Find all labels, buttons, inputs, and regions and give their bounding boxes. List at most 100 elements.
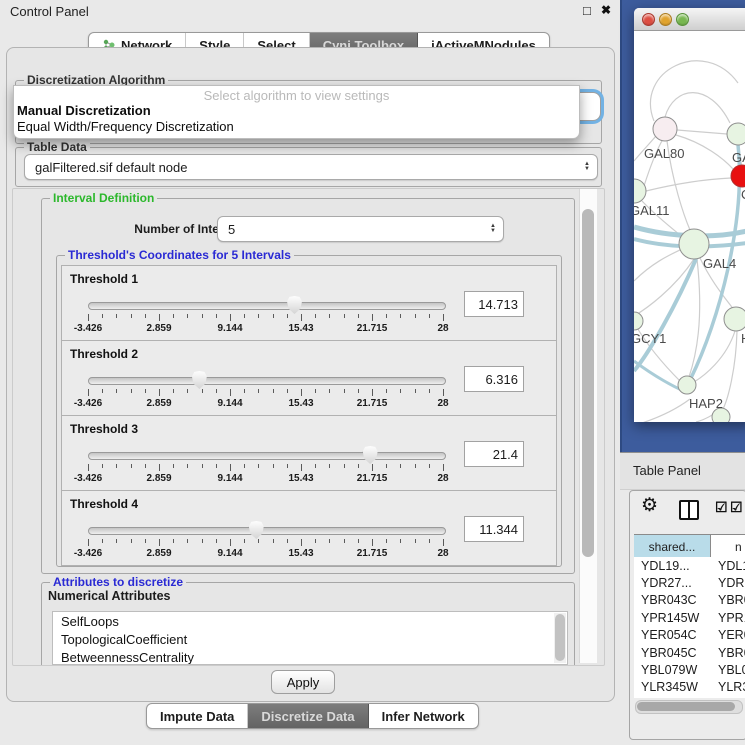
network-node[interactable] (653, 117, 677, 141)
network-edge[interactable] (646, 178, 731, 191)
numerical-attributes-listbox[interactable]: SelfLoopsTopologicalCoefficientBetweenne… (52, 611, 568, 665)
tab-discretize-data[interactable]: Discretize Data (248, 704, 368, 728)
table-row[interactable]: YDR27...YDR2 (634, 574, 745, 591)
minimize-traffic-light-icon[interactable] (659, 13, 672, 26)
attribute-list-scrollbar[interactable] (554, 613, 566, 663)
tick-mark (230, 389, 231, 396)
table-row[interactable]: YIL052CYIL0 (634, 696, 745, 698)
table-row[interactable]: YER054CYER0 (634, 627, 745, 644)
tab-discretize-data-label: Discretize Data (261, 709, 354, 724)
cell-shared-name: YPR145W (634, 611, 711, 625)
network-edge[interactable] (642, 399, 690, 422)
threshold-value-field[interactable]: 21.4 (464, 441, 524, 467)
popup-item-manual-discretization[interactable]: Manual Discretization (17, 103, 151, 118)
number-of-intervals-combobox[interactable]: 5 ▲ ▼ (217, 216, 504, 242)
threshold-slider-thumb[interactable] (249, 521, 264, 539)
tick-mark (329, 314, 330, 318)
float-window-icon[interactable]: □ (583, 3, 591, 18)
threshold-value-field[interactable]: 6.316 (464, 366, 524, 392)
network-edge[interactable] (677, 130, 727, 134)
checkbox-icon[interactable]: ☑ (730, 499, 743, 516)
list-item[interactable]: BetweennessCentrality (53, 648, 567, 665)
zoom-traffic-light-icon[interactable] (676, 13, 689, 26)
popup-item-equal-width-frequency[interactable]: Equal Width/Frequency Discretization (17, 119, 234, 134)
network-edge[interactable] (665, 93, 730, 123)
threshold-slider-thumb[interactable] (363, 446, 378, 464)
network-edge[interactable] (634, 249, 682, 281)
table-row[interactable]: YBL079WYBL0 (634, 661, 745, 678)
tick-mark (273, 314, 274, 318)
threshold-slider-thumb[interactable] (287, 296, 302, 314)
network-window-titlebar[interactable] (634, 8, 745, 31)
interval-definition-group: Interval Definition Number of Intervals … (41, 198, 575, 574)
close-icon[interactable]: ✖ (601, 3, 611, 17)
thresholds-group: Threshold's Coordinates for 5 Intervals … (56, 255, 562, 567)
tick-mark (88, 539, 89, 546)
tick-mark (400, 389, 401, 393)
scrollbar-thumb[interactable] (555, 614, 565, 661)
column-header-name[interactable]: n (711, 535, 745, 558)
tab-impute-data[interactable]: Impute Data (147, 704, 248, 728)
table-body: YDL19...YDL1YDR27...YDR2YBR043CYBR0YPR14… (634, 557, 745, 698)
tick-label: 9.144 (217, 548, 242, 559)
table-row[interactable]: YDL19...YDL1 (634, 557, 745, 574)
list-item[interactable]: TopologicalCoefficient (53, 630, 567, 648)
network-node[interactable] (678, 376, 696, 394)
tick-mark (116, 314, 117, 318)
control-panel-titlebar: Control Panel □ ✖ (0, 0, 620, 24)
threshold-slider-track[interactable] (88, 527, 446, 535)
table-data-combobox[interactable]: galFiltered.sif default node ▲ ▼ (24, 154, 598, 180)
tick-mark (159, 539, 160, 546)
tick-mark (88, 464, 89, 471)
network-edge[interactable] (634, 361, 684, 391)
network-node[interactable] (679, 229, 709, 259)
list-item[interactable]: SelfLoops (53, 612, 567, 630)
split-view-icon[interactable] (679, 500, 699, 520)
threshold-slider-track[interactable] (88, 377, 446, 385)
network-node[interactable] (634, 179, 646, 203)
gear-icon[interactable]: ⚙ (641, 494, 658, 517)
threshold-value-field[interactable]: 11.344 (464, 516, 524, 542)
combobox-stepper-icon[interactable]: ▲ ▼ (584, 162, 590, 172)
settings-vertical-scrollbar[interactable] (579, 189, 597, 663)
close-traffic-light-icon[interactable] (642, 13, 655, 26)
table-row[interactable]: YLR345WYLR3 (634, 679, 745, 696)
combobox-stepper-icon[interactable]: ▲ ▼ (490, 224, 496, 234)
tick-mark (159, 314, 160, 321)
tick-label: 2.859 (146, 548, 171, 559)
network-view-window[interactable]: GAL80GACGAL11GAL4GCY1HHAP2 (634, 8, 745, 422)
tick-mark (287, 539, 288, 543)
tick-mark (202, 389, 203, 393)
table-row[interactable]: YBR045CYBR0 (634, 644, 745, 661)
tick-mark (131, 389, 132, 393)
tick-mark (344, 464, 345, 468)
tick-mark (443, 314, 444, 321)
threshold-value-field[interactable]: 14.713 (464, 291, 524, 317)
threshold-slider-track[interactable] (88, 452, 446, 460)
algorithm-dropdown-popup: Select algorithm to view settings Manual… (13, 85, 580, 139)
scrollbar-thumb[interactable] (637, 702, 735, 711)
table-row[interactable]: YPR145WYPR1 (634, 609, 745, 626)
network-node[interactable] (727, 123, 745, 145)
tick-mark (145, 314, 146, 318)
tick-mark (102, 539, 103, 543)
network-edge[interactable] (676, 135, 733, 169)
table-horizontal-scrollbar[interactable] (635, 700, 743, 714)
tab-infer-network[interactable]: Infer Network (369, 704, 478, 728)
threshold-slider-thumb[interactable] (192, 371, 207, 389)
slider-ticks (88, 464, 445, 472)
network-node[interactable] (724, 307, 745, 331)
tick-mark (244, 314, 245, 318)
column-header-shared-name[interactable]: shared... (634, 535, 711, 558)
network-node[interactable] (634, 312, 643, 330)
threshold-slider-track[interactable] (88, 302, 446, 310)
apply-button[interactable]: Apply (271, 670, 335, 694)
tick-mark (258, 389, 259, 393)
table-row[interactable]: YBR043CYBR0 (634, 592, 745, 609)
network-edge[interactable] (634, 259, 696, 371)
network-edge[interactable] (650, 61, 738, 121)
table-data-group: Table Data galFiltered.sif default node … (15, 147, 602, 187)
scrollbar-thumb[interactable] (582, 209, 594, 557)
network-canvas[interactable]: GAL80GACGAL11GAL4GCY1HHAP2 (634, 31, 745, 422)
checkbox-icon[interactable]: ☑ (715, 499, 728, 516)
